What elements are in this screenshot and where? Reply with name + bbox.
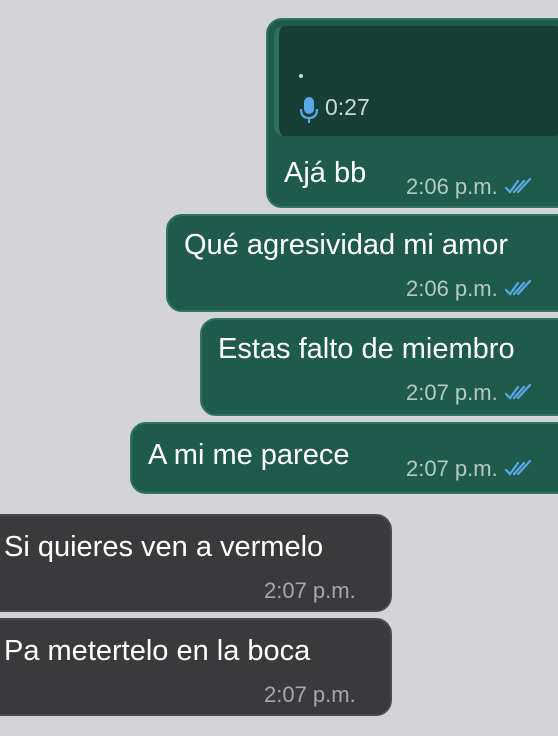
message-time: 2:06 p.m. xyxy=(406,276,498,301)
read-receipt-icon xyxy=(504,460,531,476)
incoming-message[interactable]: Pa metertelo en la boca 2:07 p.m. xyxy=(0,618,392,716)
message-time: 2:07 p.m. xyxy=(264,578,356,603)
message-time: 2:07 p.m. xyxy=(264,682,356,707)
message-text: A mi me parece xyxy=(148,439,350,471)
quoted-voice-note[interactable]: 0:27 xyxy=(274,26,558,136)
outgoing-message[interactable]: Qué agresividad mi amor 2:06 p.m. xyxy=(166,214,558,312)
read-receipt-icon xyxy=(504,280,531,296)
message-meta: 2:07 p.m. xyxy=(264,682,356,708)
mic-icon xyxy=(299,97,319,123)
outgoing-message[interactable]: Estas falto de miembro 2:07 p.m. xyxy=(200,318,558,416)
outgoing-message[interactable]: 0:27 Ajá bb 2:06 p.m. xyxy=(266,18,558,208)
message-text: Si quieres ven a vermelo xyxy=(4,531,324,563)
message-text: Qué agresividad mi amor xyxy=(184,229,508,261)
message-text: Pa metertelo en la boca xyxy=(4,635,311,667)
message-time: 2:07 p.m. xyxy=(406,380,498,405)
message-meta: 2:07 p.m. xyxy=(406,456,532,482)
message-meta: 2:07 p.m. xyxy=(264,578,356,604)
outgoing-message[interactable]: A mi me parece 2:07 p.m. xyxy=(130,422,558,494)
message-meta: 2:06 p.m. xyxy=(406,276,532,302)
incoming-message[interactable]: Si quieres ven a vermelo 2:07 p.m. xyxy=(0,514,392,612)
quote-dot xyxy=(299,74,303,78)
message-time: 2:06 p.m. xyxy=(406,174,498,199)
message-meta: 2:06 p.m. xyxy=(406,174,532,200)
voice-note-duration: 0:27 xyxy=(325,94,370,120)
read-receipt-icon xyxy=(504,384,531,400)
message-text: Estas falto de miembro xyxy=(218,333,515,365)
read-receipt-icon xyxy=(504,178,531,194)
message-meta: 2:07 p.m. xyxy=(406,380,532,406)
message-text: Ajá bb xyxy=(284,157,367,189)
message-time: 2:07 p.m. xyxy=(406,456,498,481)
